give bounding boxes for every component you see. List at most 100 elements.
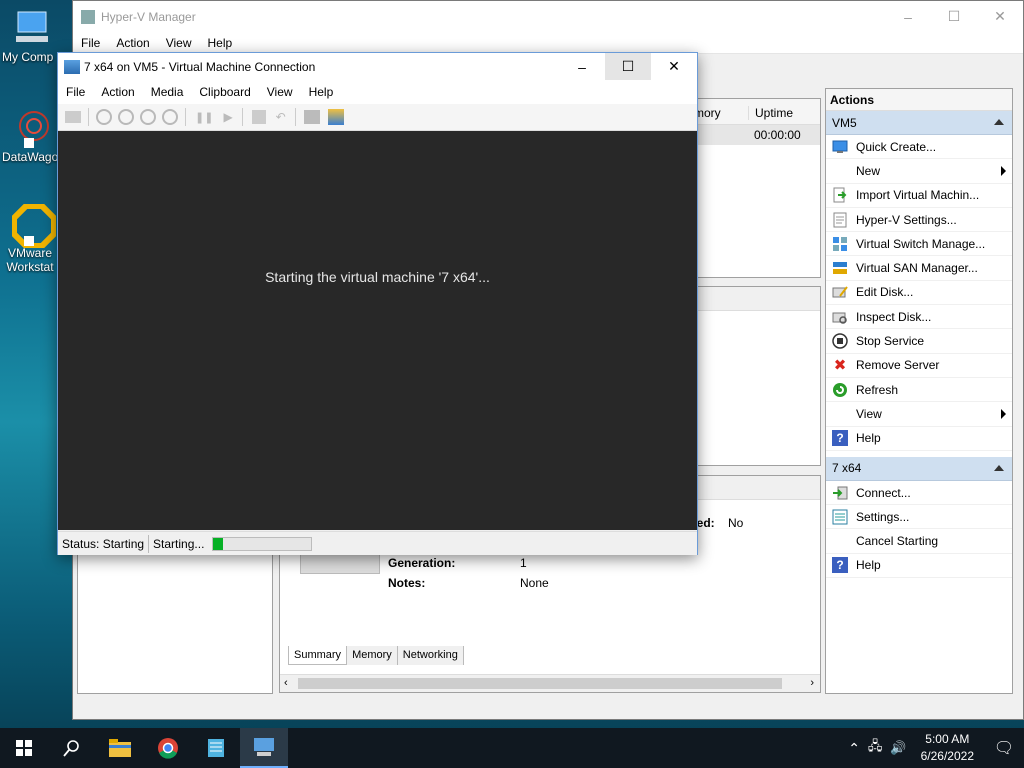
maximize-button[interactable]: ☐ (931, 1, 977, 32)
vm-screen-message: Starting the virtual machine '7 x64'... (265, 269, 490, 285)
action-stop-service[interactable]: Stop Service (826, 329, 1012, 354)
menu-view[interactable]: View (158, 36, 200, 50)
vm-display[interactable]: Starting the virtual machine '7 x64'... (58, 131, 697, 530)
desktop-icon-datawago[interactable]: DataWago (0, 108, 64, 164)
action-virtual-san-manager[interactable]: Virtual SAN Manager... (826, 256, 1012, 281)
vm-menu-file[interactable]: File (58, 85, 93, 99)
generation-value: 1 (520, 556, 527, 570)
switch-icon (832, 236, 848, 252)
action-help[interactable]: ? Help (826, 427, 1012, 451)
tab-networking[interactable]: Networking (397, 646, 464, 665)
action-settings[interactable]: Settings... (826, 505, 1012, 530)
vm-window-title: 7 x64 on VM5 - Virtual Machine Connectio… (84, 59, 316, 74)
chrome-button[interactable] (144, 728, 192, 768)
app-button[interactable] (192, 728, 240, 768)
help-icon: ? (832, 430, 848, 447)
edit-disk-icon (832, 284, 848, 300)
desktop-icon-my-computer[interactable]: My Comp (0, 8, 64, 64)
checkpoint-icon[interactable] (251, 110, 266, 124)
system-tray: ⌃ 🖧 🔊 5:00 AM 6/26/2022 🗨 (844, 728, 1024, 768)
tab-summary[interactable]: Summary (288, 646, 348, 665)
details-partial-value: No (728, 516, 744, 530)
start-button[interactable] (0, 728, 48, 768)
action-help-vm[interactable]: ? Help (826, 554, 1012, 579)
vm-menu-media[interactable]: Media (143, 85, 192, 99)
close-button[interactable]: ✕ (977, 1, 1023, 32)
start-progress-bar (212, 536, 313, 551)
revert-icon[interactable]: ↶ (276, 110, 286, 124)
action-hyperv-settings[interactable]: Hyper-V Settings... (826, 208, 1012, 233)
notification-icon[interactable]: 🗨 (984, 738, 1024, 758)
action-refresh[interactable]: Refresh (826, 378, 1012, 403)
server-manager-icon (208, 739, 224, 757)
stop-icon (832, 333, 848, 349)
tray-chevron-icon[interactable]: ⌃ (844, 740, 864, 757)
vm-minimize-button[interactable]: – (559, 53, 605, 80)
horizontal-scrollbar[interactable]: ‹ › (280, 674, 820, 692)
desktop-icon-vmware[interactable]: VMware Workstat (0, 203, 64, 274)
action-cancel-starting[interactable]: Cancel Starting (826, 529, 1012, 554)
progress-text: Starting... (153, 536, 205, 551)
network-icon[interactable]: 🖧 (864, 737, 887, 759)
vm-connection-window: 7 x64 on VM5 - Virtual Machine Connectio… (57, 52, 698, 555)
action-connect[interactable]: Connect... (826, 481, 1012, 506)
pause-icon[interactable]: ❚❚ (195, 111, 213, 124)
share-icon[interactable] (327, 109, 344, 125)
actions-group-vm5[interactable]: VM5 (826, 111, 1012, 135)
action-import-vm[interactable]: Import Virtual Machin... (826, 184, 1012, 208)
vm-maximize-button[interactable]: ☐ (605, 53, 651, 80)
action-inspect-disk[interactable]: Inspect Disk... (826, 305, 1012, 330)
action-quick-create[interactable]: Quick Create... (826, 135, 1012, 160)
resume-icon[interactable]: ▶ (223, 110, 232, 124)
tab-memory[interactable]: Memory (347, 646, 398, 665)
scroll-right-icon[interactable]: › (810, 677, 814, 689)
menu-help[interactable]: Help (200, 36, 241, 50)
vm-menu-action[interactable]: Action (93, 85, 142, 99)
column-uptime[interactable]: Uptime (748, 106, 793, 120)
clock[interactable]: 5:00 AM 6/26/2022 (911, 731, 984, 765)
scroll-left-icon[interactable]: ‹ (284, 677, 288, 689)
vm-menu-view[interactable]: View (259, 85, 301, 99)
toolbar-separator (185, 108, 186, 126)
collapse-icon[interactable] (994, 464, 1004, 471)
save-icon[interactable] (162, 109, 178, 125)
vm-connection-app-icon (64, 59, 80, 74)
volume-icon[interactable]: 🔊 (886, 740, 910, 756)
window-title: Hyper-V Manager (101, 9, 196, 24)
vmconnect-taskbar-button[interactable] (240, 728, 288, 768)
group-name: VM5 (832, 115, 857, 130)
turn-off-icon[interactable] (118, 109, 134, 125)
action-remove-server[interactable]: ✖ Remove Server (826, 354, 1012, 378)
column-memory[interactable]: mory (694, 106, 721, 120)
search-button[interactable] (48, 728, 96, 768)
collapse-icon[interactable] (994, 119, 1004, 125)
vm-close-button[interactable]: ✕ (651, 53, 697, 80)
hyperv-icon (254, 738, 274, 756)
start-icon[interactable] (96, 109, 112, 125)
action-edit-disk[interactable]: Edit Disk... (826, 281, 1012, 306)
menu-action[interactable]: Action (108, 36, 157, 50)
vm-connection-titlebar: 7 x64 on VM5 - Virtual Machine Connectio… (58, 53, 697, 80)
minimize-button[interactable]: – (885, 1, 931, 32)
ctrl-alt-del-icon[interactable] (65, 111, 81, 123)
taskbar: ⌃ 🖧 🔊 5:00 AM 6/26/2022 🗨 (0, 728, 1024, 768)
hyperv-menubar: File Action View Help (73, 32, 1023, 54)
notes-value: None (520, 576, 549, 590)
action-new[interactable]: New (826, 159, 1012, 184)
action-virtual-switch-manager[interactable]: Virtual Switch Manage... (826, 232, 1012, 257)
shut-down-icon[interactable] (140, 109, 156, 125)
submenu-arrow-icon (1001, 166, 1006, 177)
inspect-disk-icon (832, 309, 848, 325)
import-icon (832, 187, 848, 203)
actions-group-7x64[interactable]: 7 x64 (826, 456, 1012, 481)
file-explorer-button[interactable] (96, 728, 144, 768)
vm-menu-help[interactable]: Help (301, 85, 342, 99)
folder-icon (109, 739, 131, 757)
progress-fill (213, 537, 224, 550)
action-view[interactable]: View (826, 402, 1012, 427)
vm-menu-clipboard[interactable]: Clipboard (191, 85, 258, 99)
menu-file[interactable]: File (73, 36, 108, 50)
enhanced-session-icon[interactable] (303, 110, 320, 124)
scroll-thumb[interactable] (298, 678, 782, 689)
chrome-icon (158, 738, 178, 759)
